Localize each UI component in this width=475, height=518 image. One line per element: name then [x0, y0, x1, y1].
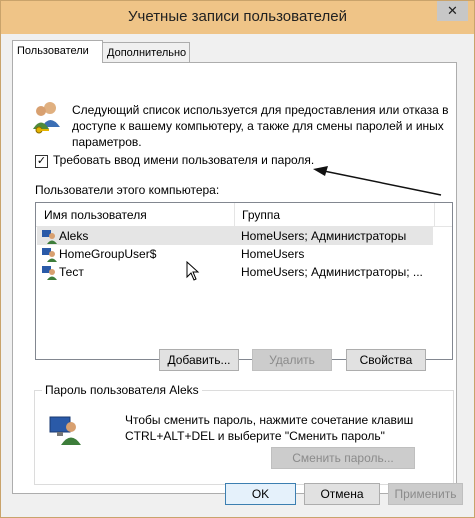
password-instructions: Чтобы сменить пароль, нажмите сочетание … [125, 412, 413, 444]
tab-panel: Следующий список используется для предос… [12, 62, 457, 494]
window-title: Учетные записи пользователей [128, 8, 347, 25]
user-icon [42, 248, 57, 262]
mouse-cursor-icon [186, 261, 200, 281]
row-username: Тест [59, 265, 84, 279]
properties-button[interactable]: Свойства [346, 349, 426, 371]
row-username: Aleks [59, 229, 89, 243]
table-row[interactable]: Тест HomeUsers; Администраторы; ... [37, 263, 433, 281]
table-row[interactable]: Aleks HomeUsers; Администраторы [37, 227, 433, 245]
ok-button[interactable]: OK [225, 483, 296, 505]
tab-advanced[interactable]: Дополнительно [102, 42, 190, 62]
close-button[interactable]: ✕ [437, 1, 468, 21]
user-icon [42, 230, 57, 244]
remove-user-button[interactable]: Удалить [252, 349, 332, 371]
listview-header: Имя пользователя Группа [36, 203, 452, 227]
column-header-group[interactable]: Группа [242, 208, 280, 222]
title-bar[interactable]: Учетные записи пользователей ✕ [1, 1, 474, 34]
dialog-window: Учетные записи пользователей ✕ Пользоват… [0, 0, 475, 518]
table-row[interactable]: HomeGroupUser$ HomeUsers [37, 245, 433, 263]
change-password-button[interactable]: Сменить пароль... [271, 447, 415, 469]
column-divider[interactable] [234, 203, 235, 226]
password-instructions-line1: Чтобы сменить пароль, нажмите сочетание … [125, 413, 414, 427]
column-divider[interactable] [434, 203, 435, 226]
column-header-username[interactable]: Имя пользователя [44, 208, 147, 222]
row-username: HomeGroupUser$ [59, 247, 157, 261]
password-group-title: Пароль пользователя Aleks [42, 383, 202, 397]
tab-users[interactable]: Пользователи [12, 40, 103, 63]
cancel-button[interactable]: Отмена [304, 483, 380, 505]
add-user-button[interactable]: Добавить... [159, 349, 239, 371]
row-group: HomeUsers [241, 247, 305, 261]
computer-user-icon [49, 416, 81, 445]
password-instructions-line2: CTRL+ALT+DEL и выберите "Сменить пароль" [125, 429, 385, 443]
users-list-label: Пользователи этого компьютера: [35, 183, 220, 197]
row-group: HomeUsers; Администраторы [241, 229, 407, 243]
apply-button[interactable]: Применить [388, 483, 463, 505]
users-listview[interactable]: Имя пользователя Группа Aleks HomeUsers;… [35, 202, 453, 360]
row-group: HomeUsers; Администраторы; ... [241, 265, 423, 279]
dialog-client: Пользователи Дополнительно Следующий спи… [7, 34, 468, 511]
user-icon [42, 266, 57, 280]
